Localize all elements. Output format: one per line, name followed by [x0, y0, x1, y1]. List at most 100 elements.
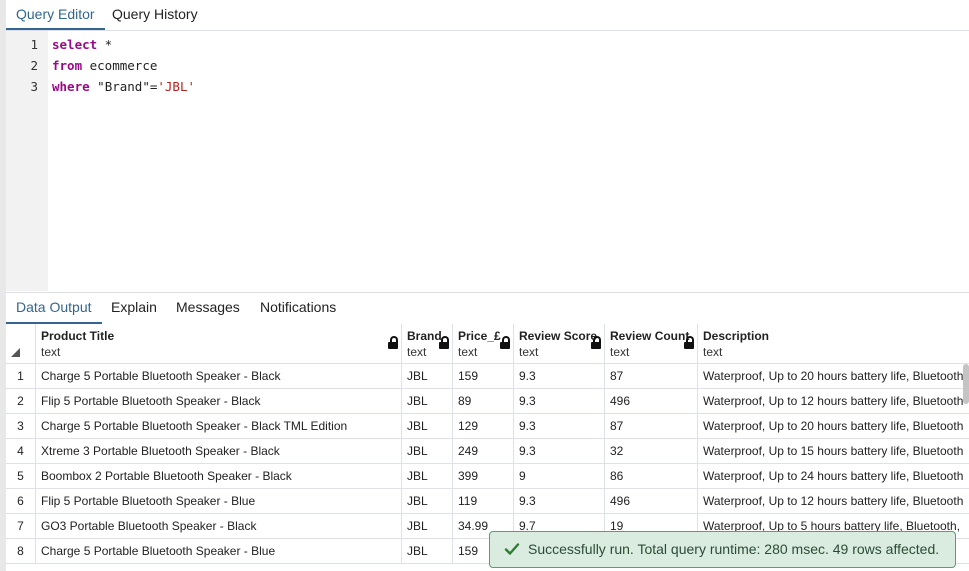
lock-icon [684, 336, 694, 350]
table-cell[interactable]: Waterproof, Up to 12 hours battery life,… [698, 489, 969, 514]
table-cell[interactable]: 32 [605, 439, 698, 464]
line-number-gutter: 1 2 3 [6, 31, 48, 291]
sql-editor[interactable]: 1 2 3 select * from ecommerce where "Bra… [6, 31, 969, 291]
code-line[interactable]: from ecommerce [52, 55, 157, 76]
table-cell[interactable]: 9.3 [514, 439, 605, 464]
success-message: Successfully run. Total query runtime: 2… [528, 541, 940, 557]
table-cell[interactable]: Flip 5 Portable Bluetooth Speaker - Blue [36, 489, 402, 514]
lock-icon [388, 336, 398, 350]
tab-data-output[interactable]: Data Output [6, 293, 102, 324]
column-header[interactable]: Review Count text [605, 324, 698, 364]
column-name: Review Score [519, 329, 598, 343]
table-cell[interactable]: Waterproof, Up to 20 hours battery life,… [698, 414, 969, 439]
table-cell[interactable]: 496 [605, 389, 698, 414]
table-cell[interactable]: 9.3 [514, 489, 605, 514]
column-header[interactable]: Brand text [402, 324, 453, 364]
table-cell[interactable]: 399 [453, 464, 514, 489]
code-line[interactable]: where "Brand"='JBL' [52, 76, 195, 97]
column-header[interactable]: Review Score text [514, 324, 605, 364]
table-cell[interactable]: 86 [605, 464, 698, 489]
table-row[interactable]: 6 Flip 5 Portable Bluetooth Speaker - Blu… [6, 489, 969, 514]
table-cell[interactable]: Charge 5 Portable Bluetooth Speaker - Bl… [36, 414, 402, 439]
column-type: text [703, 345, 723, 359]
tab-query-editor[interactable]: Query Editor [6, 0, 105, 30]
table-cell[interactable]: JBL [402, 439, 453, 464]
tab-notifications[interactable]: Notifications [250, 293, 346, 322]
table-row[interactable]: 4 Xtreme 3 Portable Bluetooth Speaker - B… [6, 439, 969, 464]
table-cell[interactable]: Waterproof, Up to 12 hours battery life,… [698, 389, 969, 414]
code-line[interactable]: select * [52, 34, 112, 55]
sql-string: 'JBL' [157, 79, 196, 94]
table-cell[interactable]: JBL [402, 489, 453, 514]
column-header[interactable]: Price_£text [453, 324, 514, 364]
sql-text: * [97, 37, 113, 52]
table-cell[interactable]: 249 [453, 439, 514, 464]
sql-keyword: where [52, 79, 90, 94]
tab-messages[interactable]: Messages [166, 293, 250, 322]
table-cell[interactable]: JBL [402, 514, 453, 539]
tab-explain[interactable]: Explain [101, 293, 167, 322]
lock-icon [439, 336, 449, 350]
sql-keyword: select [52, 37, 98, 52]
row-number[interactable]: 2 [6, 389, 36, 414]
row-number[interactable]: 5 [6, 464, 36, 489]
table-row[interactable]: 3 Charge 5 Portable Bluetooth Speaker - B… [6, 414, 969, 439]
column-type: text [519, 345, 539, 359]
table-cell[interactable]: 496 [605, 489, 698, 514]
lock-icon [500, 336, 510, 350]
table-cell[interactable]: JBL [402, 539, 453, 564]
corner-triangle-icon [11, 348, 20, 357]
select-all-corner[interactable] [6, 324, 36, 364]
editor-tab-bar: Query Editor Query History [6, 0, 969, 31]
tab-query-history[interactable]: Query History [102, 0, 208, 28]
table-cell[interactable]: GO3 Portable Bluetooth Speaker - Black [36, 514, 402, 539]
table-cell[interactable]: 89 [453, 389, 514, 414]
table-row[interactable]: 2 Flip 5 Portable Bluetooth Speaker - Bla… [6, 389, 969, 414]
column-header[interactable]: Description text [698, 324, 969, 364]
line-number: 3 [30, 79, 38, 94]
table-row[interactable]: 1 Charge 5 Portable Bluetooth Speaker - B… [6, 364, 969, 389]
column-header[interactable]: Product Title text [36, 324, 402, 364]
table-row[interactable]: 5 Boombox 2 Portable Bluetooth Speaker - … [6, 464, 969, 489]
table-cell[interactable]: 119 [453, 489, 514, 514]
column-type: text [458, 345, 478, 359]
table-cell[interactable]: Boombox 2 Portable Bluetooth Speaker - B… [36, 464, 402, 489]
table-cell[interactable]: JBL [402, 414, 453, 439]
column-type: text [407, 345, 427, 359]
row-number[interactable]: 8 [6, 539, 36, 564]
table-cell[interactable]: Waterproof, Up to 24 hours battery life,… [698, 464, 969, 489]
table-cell[interactable]: Waterproof, Up to 20 hours battery life,… [698, 364, 969, 389]
line-number: 1 [30, 37, 38, 52]
output-tab-bar: Data Output Explain Messages Notificatio… [6, 292, 969, 325]
row-number[interactable]: 3 [6, 414, 36, 439]
column-name: Review Count [610, 329, 690, 343]
table-cell[interactable]: JBL [402, 464, 453, 489]
table-cell[interactable]: 87 [605, 364, 698, 389]
table-cell[interactable]: 87 [605, 414, 698, 439]
table-cell[interactable]: 129 [453, 414, 514, 439]
sql-text: "Brand"= [89, 79, 158, 94]
table-cell[interactable]: Waterproof, Up to 15 hours battery life,… [698, 439, 969, 464]
row-number[interactable]: 7 [6, 514, 36, 539]
table-cell[interactable]: Flip 5 Portable Bluetooth Speaker - Blac… [36, 389, 402, 414]
table-cell[interactable]: 159 [453, 364, 514, 389]
vertical-scrollbar[interactable] [963, 364, 969, 404]
row-number[interactable]: 4 [6, 439, 36, 464]
table-cell[interactable]: JBL [402, 389, 453, 414]
table-cell[interactable]: 9.3 [514, 389, 605, 414]
row-number[interactable]: 6 [6, 489, 36, 514]
row-number[interactable]: 1 [6, 364, 36, 389]
table-cell[interactable]: Xtreme 3 Portable Bluetooth Speaker - Bl… [36, 439, 402, 464]
table-cell[interactable]: 9.3 [514, 364, 605, 389]
sql-keyword: from [52, 58, 83, 73]
check-icon [504, 543, 520, 555]
table-cell[interactable]: 9.3 [514, 414, 605, 439]
table-cell[interactable]: 9 [514, 464, 605, 489]
table-cell[interactable]: JBL [402, 364, 453, 389]
table-cell[interactable]: Charge 5 Portable Bluetooth Speaker - Bl… [36, 539, 402, 564]
column-name: Price_£ [458, 329, 501, 343]
table-cell[interactable]: Charge 5 Portable Bluetooth Speaker - Bl… [36, 364, 402, 389]
sql-text: ecommerce [82, 58, 158, 73]
column-type: text [41, 345, 61, 359]
column-type: text [610, 345, 630, 359]
